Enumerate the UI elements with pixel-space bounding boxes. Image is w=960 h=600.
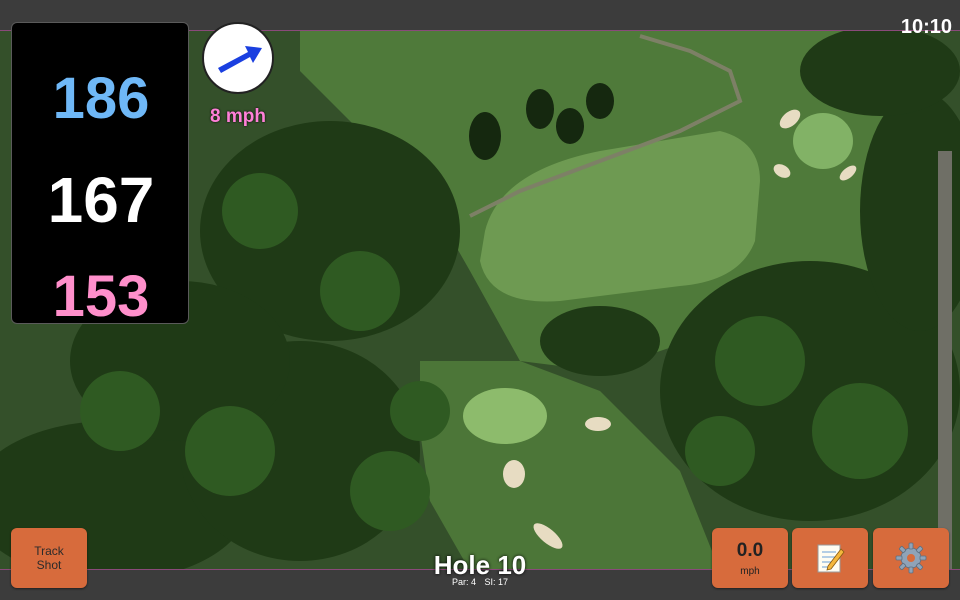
notes-button[interactable] <box>792 528 868 588</box>
clock: 10:10 <box>900 16 952 38</box>
hole-info: Par: 4 SI: 17 <box>380 577 580 587</box>
speed-button[interactable]: 0.0 mph <box>712 528 788 588</box>
notepad-icon <box>817 544 845 573</box>
track-shot-label: Track Shot <box>34 544 64 572</box>
middle-distance: 167 <box>47 164 155 236</box>
wind-direction-dial <box>202 22 274 94</box>
track-shot-button[interactable]: Track Shot <box>11 528 87 588</box>
stroke-index-label: SI: 17 <box>484 577 509 587</box>
distance-panel: 186 167 153 <box>11 22 189 329</box>
back-distance: 186 <box>52 66 150 131</box>
front-distance: 153 <box>52 264 150 329</box>
arrow-up-right-icon <box>218 46 262 73</box>
par-label: Par: 4 <box>451 577 476 587</box>
gear-icon <box>895 542 927 574</box>
settings-button[interactable] <box>873 528 949 588</box>
speed-value: 0.0 <box>736 540 764 561</box>
wind-speed: 8 mph <box>210 106 266 127</box>
speed-unit: mph <box>740 566 760 577</box>
